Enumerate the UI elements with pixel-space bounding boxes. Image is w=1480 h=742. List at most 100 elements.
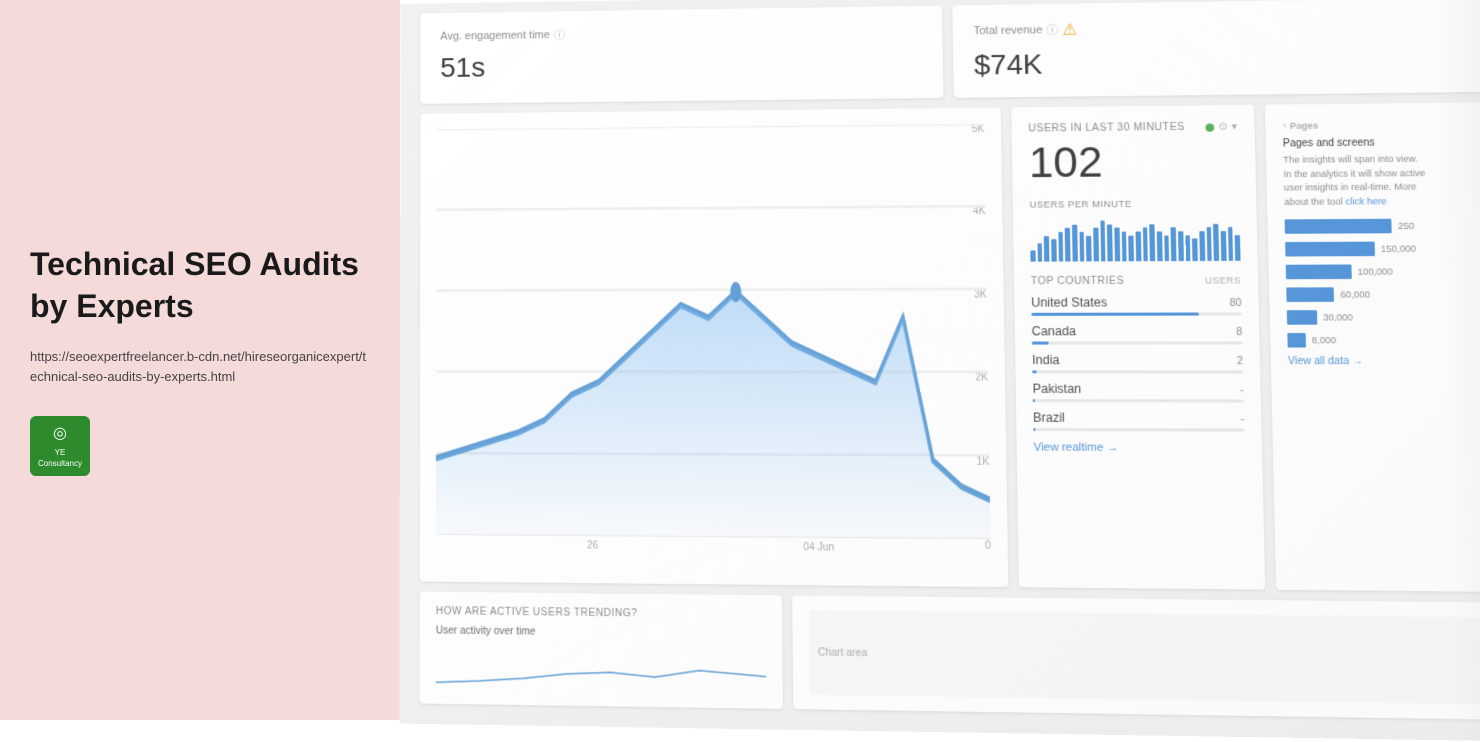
right-panel-description: The insights will span into view. In the… — [1283, 152, 1480, 209]
h-bar-value: 60,000 — [1340, 289, 1370, 299]
view-realtime-link[interactable]: View realtime → — [1033, 441, 1244, 454]
metric-label-revenue: Total revenue ⓘ ⚠ — [973, 14, 1478, 41]
country-count: 2 — [1237, 356, 1243, 367]
country-bar-fill — [1031, 312, 1199, 315]
chart-area — [436, 124, 991, 539]
h-bar — [1286, 264, 1352, 279]
country-bar-fill — [1033, 428, 1035, 431]
left-panel: Technical SEO Audits by Experts https://… — [0, 0, 400, 720]
bar-mini-item — [1129, 235, 1134, 261]
bottom-card-title: HOW ARE ACTIVE USERS TRENDING? — [436, 606, 766, 621]
countries-list: United States 80 Canada 8 India 2 Pakist… — [1031, 295, 1244, 432]
country-bar-fill — [1032, 342, 1049, 345]
h-bar — [1286, 287, 1334, 302]
warning-icon: ⚠ — [1062, 20, 1077, 40]
country-name: Pakistan — [1032, 382, 1081, 396]
logo-icon: ◎ — [53, 423, 67, 445]
h-bar-container: 100,000 — [1286, 264, 1480, 279]
country-count: - — [1240, 385, 1244, 396]
country-row: Pakistan - — [1032, 382, 1243, 403]
horizontal-bar-row: 60,000 — [1286, 287, 1480, 302]
country-row: India 2 — [1032, 353, 1243, 374]
main-content: 5K 4K 3K 2K 1K 0 — [410, 102, 1480, 592]
bar-mini-item — [1107, 224, 1113, 261]
h-bar-value: 30,000 — [1323, 312, 1353, 322]
bar-mini-item — [1100, 220, 1106, 261]
h-bar-value: 150,000 — [1381, 243, 1417, 254]
per-minute-bar-chart — [1030, 215, 1241, 262]
horizontal-bar-row: 150,000 — [1285, 241, 1480, 256]
h-bar-container: 8,000 — [1287, 333, 1480, 348]
bar-mini-item — [1058, 232, 1063, 262]
bar-mini-item — [1178, 231, 1184, 261]
realtime-panel: USERS IN LAST 30 MINUTES ⊙ ▾ 102 USERS P… — [1011, 105, 1265, 590]
live-indicator — [1206, 123, 1215, 131]
chart-x-labels: 26 04 Jun — [436, 539, 991, 555]
country-bar-fill — [1033, 399, 1035, 402]
logo-text: YE Consultancy — [30, 447, 90, 469]
logo-badge: ◎ YE Consultancy — [30, 416, 90, 476]
horizontal-bar-row: 250 — [1285, 218, 1480, 234]
dashboard-panel: Avg. engagement time ⓘ 51s Total revenue… — [399, 0, 1480, 742]
bar-mini-item — [1086, 235, 1091, 261]
country-count: 8 — [1236, 327, 1242, 338]
country-bar-bg — [1031, 312, 1241, 315]
bar-mini-item — [1228, 227, 1234, 261]
bottom-chart-area — [436, 636, 766, 702]
h-bar-container: 30,000 — [1287, 310, 1480, 325]
bar-mini-item — [1065, 228, 1071, 261]
view-all-link[interactable]: View all data → — [1288, 356, 1480, 368]
bar-mini-item — [1221, 231, 1227, 261]
realtime-header: USERS IN LAST 30 MINUTES ⊙ ▾ — [1028, 121, 1237, 134]
info-icon-2: ⓘ — [1046, 22, 1058, 38]
h-bar-container: 60,000 — [1286, 287, 1480, 302]
h-bar-container: 250 — [1285, 218, 1480, 234]
bar-mini-item — [1143, 228, 1149, 262]
bottom-chart-svg — [436, 642, 766, 703]
bar-mini-item — [1214, 224, 1220, 261]
metric-value-revenue: $74K — [974, 43, 1480, 82]
bar-mini-item — [1199, 231, 1205, 261]
bar-mini-item — [1157, 231, 1163, 261]
h-bar — [1285, 219, 1392, 234]
right-additional-panel: ↑ Pages Pages and screens The insights w… — [1265, 102, 1480, 592]
country-bar-fill — [1032, 370, 1036, 373]
bar-mini-item — [1030, 251, 1035, 262]
metric-card-revenue: Total revenue ⓘ ⚠ $74K — [952, 0, 1480, 98]
bar-mini-item — [1136, 231, 1142, 261]
realtime-user-count: 102 — [1028, 137, 1238, 188]
bar-mini-item — [1114, 228, 1120, 262]
bar-mini-item — [1072, 224, 1078, 261]
bar-mini-item — [1079, 232, 1084, 262]
top-countries-label: TOP COUNTRIES USERS — [1031, 275, 1241, 287]
realtime-options[interactable]: ⊙ ▾ — [1219, 121, 1238, 132]
country-row: Brazil - — [1033, 410, 1244, 431]
bottom-section: HOW ARE ACTIVE USERS TRENDING? User acti… — [409, 592, 1480, 731]
dashboard-container: Avg. engagement time ⓘ 51s Total revenue… — [399, 0, 1480, 742]
country-bar-bg — [1033, 428, 1244, 432]
bar-mini-item — [1192, 239, 1197, 261]
country-bar-bg — [1032, 370, 1243, 373]
click-here-link[interactable]: click here — [1345, 196, 1386, 207]
bar-mini-item — [1185, 235, 1191, 261]
metric-card-engagement: Avg. engagement time ⓘ 51s — [420, 6, 943, 104]
h-bar-value: 100,000 — [1357, 266, 1393, 276]
bar-mini-item — [1206, 227, 1212, 261]
country-bar-bg — [1032, 341, 1243, 344]
bar-mini-item — [1044, 236, 1049, 262]
horizontal-bars: 250 150,000 100,000 60,000 30,000 8,000 — [1285, 218, 1480, 347]
per-minute-label: USERS PER MINUTE — [1029, 198, 1239, 210]
bottom-trending-card: HOW ARE ACTIVE USERS TRENDING? User acti… — [420, 592, 783, 709]
bar-mini-item — [1150, 224, 1156, 261]
country-count: 80 — [1229, 298, 1241, 309]
h-bar — [1285, 242, 1374, 257]
bar-mini-item — [1171, 227, 1177, 261]
metric-value-engagement: 51s — [440, 46, 922, 84]
bar-mini-item — [1235, 235, 1241, 261]
metric-label-engagement: Avg. engagement time ⓘ — [440, 22, 922, 45]
country-count: - — [1240, 414, 1244, 425]
page-url: https://seoexpertfreelancer.b-cdn.net/hi… — [30, 347, 370, 386]
h-bar-value: 8,000 — [1312, 335, 1337, 345]
bar-mini-item — [1093, 228, 1099, 261]
bar-mini-item — [1121, 232, 1127, 262]
